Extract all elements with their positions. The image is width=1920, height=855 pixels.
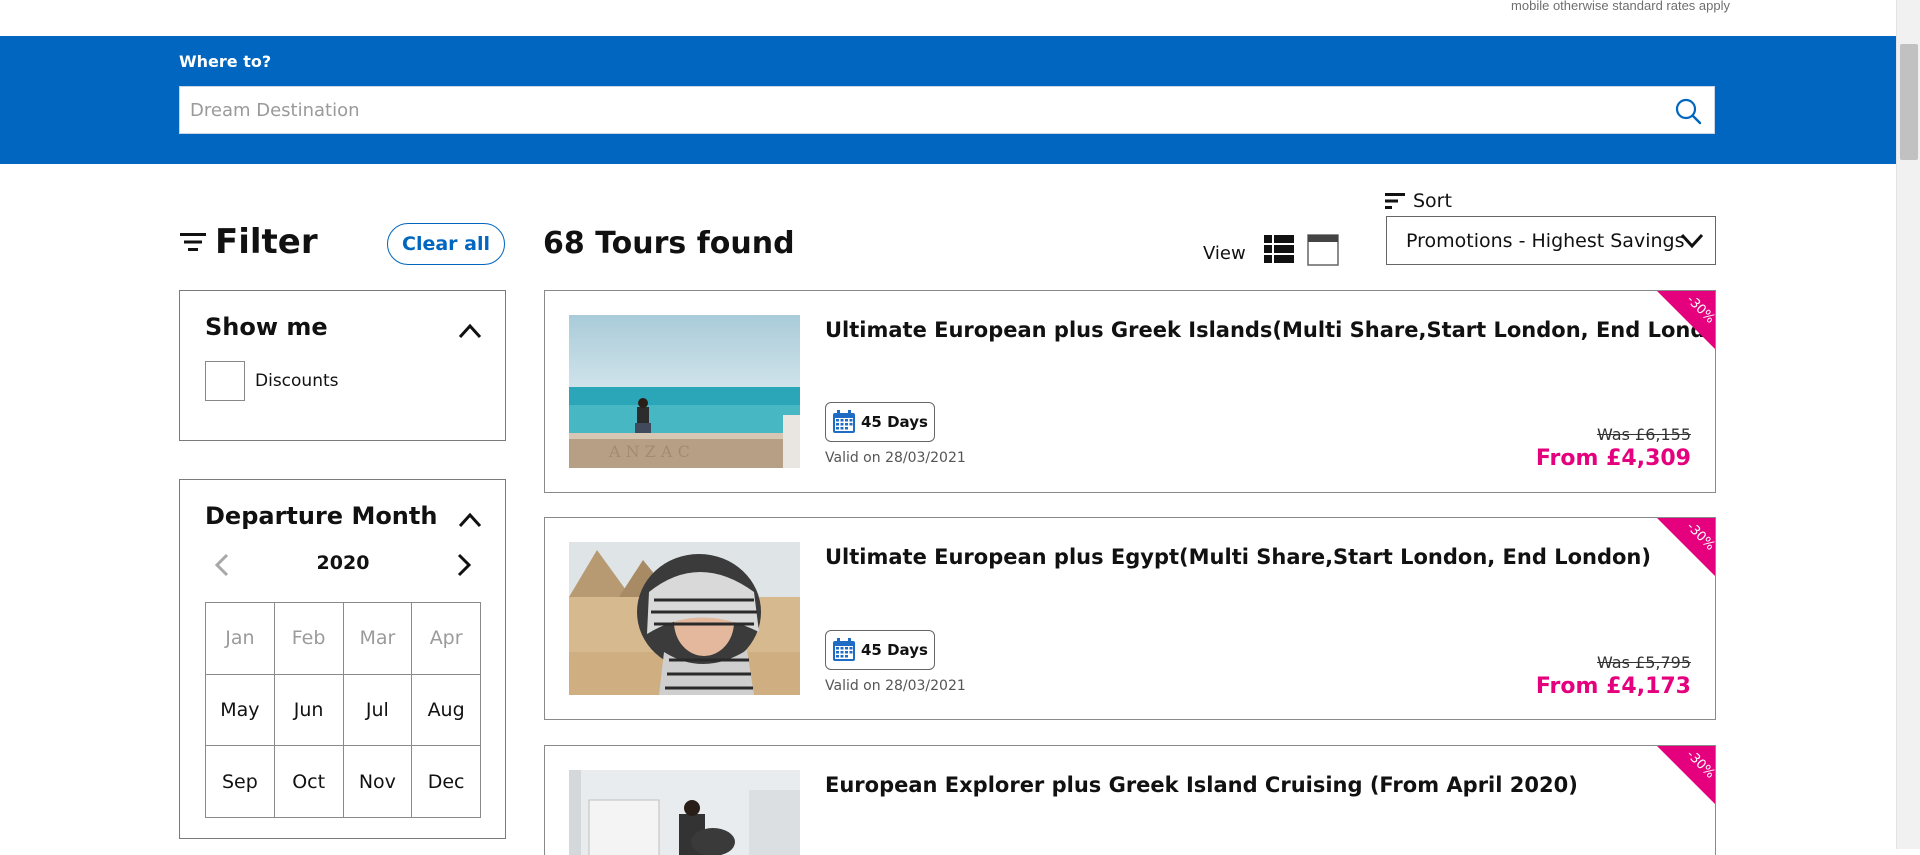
show-me-title: Show me: [205, 313, 328, 341]
rates-notice-text: mobile otherwise standard rates apply: [1511, 0, 1730, 13]
list-view-icon[interactable]: [1264, 234, 1294, 264]
month-aug[interactable]: Aug: [412, 674, 481, 747]
departure-month-title: Departure Month: [205, 502, 438, 530]
filter-header: Filter: [179, 222, 318, 262]
departure-month-panel: Departure Month 2020 Jan Feb Mar Apr May…: [179, 479, 506, 839]
from-price: From £4,309: [1535, 446, 1691, 471]
tour-title[interactable]: Ultimate European plus Greek Islands(Mul…: [825, 318, 1715, 342]
sort-selected-value: Promotions - Highest Savings: [1406, 229, 1685, 252]
month-jan: Jan: [206, 603, 275, 675]
filter-title: Filter: [215, 222, 318, 262]
was-price: Was £5,795: [1596, 653, 1691, 672]
tour-title[interactable]: European Explorer plus Greek Island Crui…: [825, 773, 1578, 797]
discount-ribbon: -30%: [1657, 518, 1715, 576]
calendar-icon: [833, 638, 855, 661]
scrollbar-thumb[interactable]: [1900, 44, 1918, 160]
month-apr: Apr: [412, 603, 481, 675]
sort-dropdown[interactable]: Promotions - Highest Savings: [1386, 216, 1716, 265]
month-dec[interactable]: Dec: [412, 746, 481, 818]
search-icon[interactable]: [1674, 97, 1702, 125]
sort-lines-icon: [1385, 193, 1405, 209]
chevron-right-icon[interactable]: [451, 552, 475, 578]
discount-ribbon: -30%: [1657, 291, 1715, 349]
page-scrollbar[interactable]: [1896, 0, 1920, 849]
show-me-panel: Show me Discounts: [179, 290, 506, 441]
month-oct[interactable]: Oct: [274, 746, 344, 818]
month-jun[interactable]: Jun: [274, 674, 344, 747]
valid-date: Valid on 28/03/2021: [825, 450, 966, 466]
discount-ribbon: -30%: [1657, 746, 1715, 804]
top-notice: mobile otherwise standard rates apply: [0, 0, 1896, 36]
month-sep[interactable]: Sep: [206, 746, 275, 818]
tour-image-egypt[interactable]: [569, 542, 800, 695]
results-count: 68 Tours found: [543, 226, 795, 261]
tour-image-beach[interactable]: A N Z A C: [569, 315, 800, 468]
tour-image-street[interactable]: [569, 770, 800, 855]
year-label: 2020: [316, 552, 370, 574]
tour-title[interactable]: Ultimate European plus Egypt(Multi Share…: [825, 545, 1651, 569]
clear-all-button[interactable]: Clear all: [387, 223, 505, 265]
tour-card[interactable]: A N Z A C Ultimate European plus Greek I…: [544, 290, 1716, 493]
month-grid: Jan Feb Mar Apr May Jun Jul Aug Sep Oct …: [205, 602, 481, 818]
valid-date: Valid on 28/03/2021: [825, 678, 966, 694]
discounts-checkbox[interactable]: [205, 361, 245, 401]
duration-badge: 45 Days: [825, 630, 935, 670]
was-price: Was £6,155: [1596, 425, 1691, 444]
card-view-icon[interactable]: [1307, 234, 1339, 266]
duration-text: 45 Days: [861, 641, 928, 659]
chevron-up-icon[interactable]: [457, 321, 483, 341]
year-selector: 2020: [205, 548, 481, 582]
duration-badge: 45 Days: [825, 402, 935, 442]
tour-card[interactable]: European Explorer plus Greek Island Crui…: [544, 745, 1716, 855]
chevron-down-icon: [1680, 233, 1704, 249]
tour-card[interactable]: Ultimate European plus Egypt(Multi Share…: [544, 517, 1716, 720]
month-nov[interactable]: Nov: [343, 746, 413, 818]
view-label: View: [1203, 243, 1246, 264]
filter-lines-icon: [180, 233, 206, 251]
month-jul[interactable]: Jul: [343, 674, 413, 747]
from-price: From £4,173: [1535, 674, 1691, 699]
duration-text: 45 Days: [861, 413, 928, 431]
search-label: Where to?: [179, 52, 272, 71]
calendar-icon: [833, 410, 855, 433]
search-band: Where to?: [0, 36, 1896, 164]
search-box: [179, 86, 1715, 134]
chevron-up-icon[interactable]: [457, 510, 483, 530]
discounts-label: Discounts: [255, 371, 339, 391]
sort-header: Sort: [1385, 190, 1452, 212]
month-mar: Mar: [343, 603, 413, 675]
month-may[interactable]: May: [206, 674, 275, 747]
month-feb: Feb: [274, 603, 344, 675]
svg-text:A N Z A C: A N Z A C: [608, 442, 690, 461]
destination-search-input[interactable]: [190, 87, 1650, 133]
sort-label: Sort: [1413, 190, 1452, 212]
